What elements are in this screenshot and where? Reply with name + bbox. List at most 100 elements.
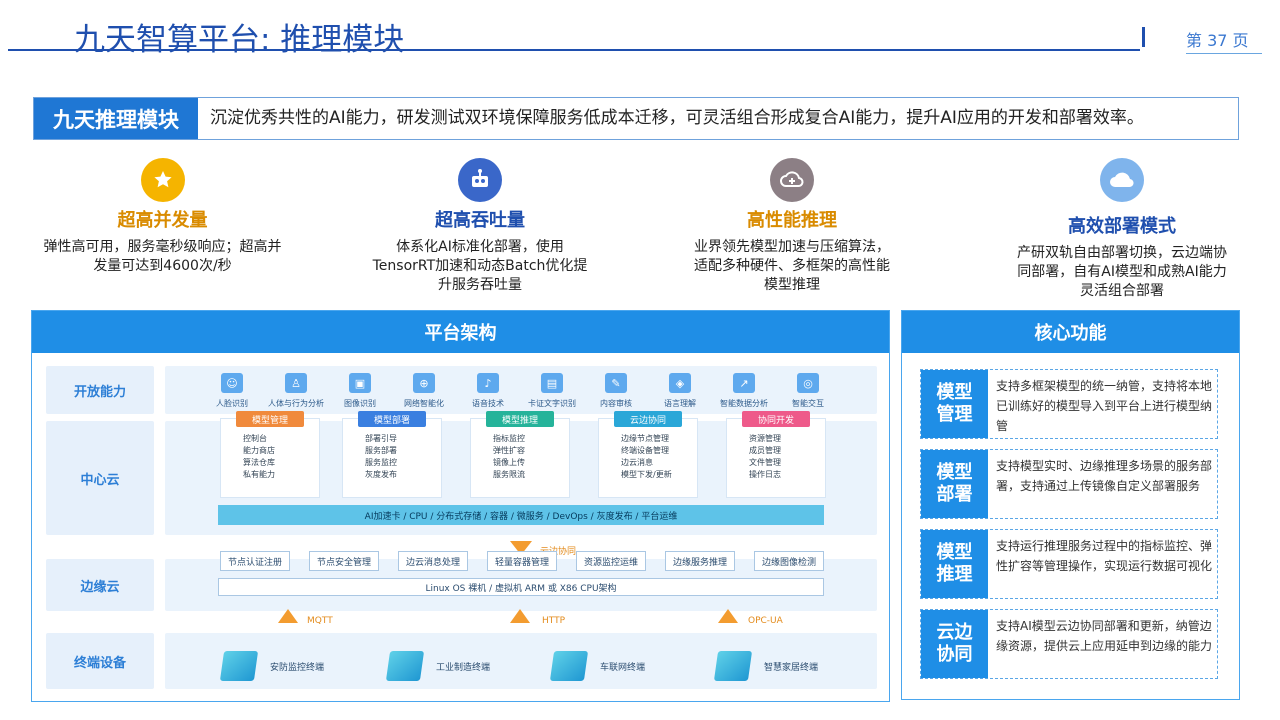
device-item: 安防监控终端	[219, 651, 324, 681]
core-item-desc: 支持模型实时、边缘推理多场景的服务部署，支持通过上传镜像自定义部署服务	[996, 459, 1213, 493]
edge-feature: 边缘服务推理	[665, 551, 735, 571]
capability-label: 图像识别	[344, 399, 376, 408]
edge-feature: 轻量容器管理	[487, 551, 557, 571]
face-icon: ☺	[221, 373, 243, 393]
module-card: 模型部署 部署引导 服务部署 服务监控 灰度发布	[342, 411, 442, 498]
module-title: 云边协同	[614, 411, 682, 427]
module-card: 云边协同 边缘节点管理 终端设备管理 边云消息 模型下发/更新	[598, 411, 698, 498]
core-functions-title: 核心功能	[902, 311, 1239, 353]
banner-tag: 九天推理模块	[34, 98, 198, 139]
core-item-tag: 模型 部署	[921, 450, 988, 518]
row-label-devices: 终端设备	[46, 633, 154, 689]
feature-title: 高效部署模式	[1068, 216, 1176, 237]
module-item: 部署引导	[365, 434, 397, 443]
page-number: 第 37 页	[1186, 31, 1249, 50]
module-item: 资源管理	[749, 434, 781, 443]
title-divider	[1142, 27, 1145, 47]
feature-title: 超高吞吐量	[435, 210, 525, 231]
module-title: 协同开发	[742, 411, 810, 427]
module-card: 模型推理 指标监控弹性扩容镜像上传服务限流	[470, 411, 570, 498]
core-functions-panel: 核心功能 模型 管理 支持多框架模型的统一纳管，支持将本地已训练好的模型导入到平…	[901, 310, 1240, 700]
module-item: 算法仓库	[243, 458, 275, 467]
device-item: 车联网终端	[549, 651, 646, 681]
device-label: 车联网终端	[600, 662, 646, 673]
device-cube-icon	[549, 651, 589, 681]
feature-desc: 体系化AI标准化部署，使用TensorRT加速和动态Batch优化提升服务吞吐量	[372, 239, 588, 293]
up-arrow-icon	[718, 609, 738, 623]
capability-item: ◈ 语言理解	[646, 373, 714, 409]
device-label: 工业制造终端	[436, 662, 491, 673]
feature-throughput: 超高吞吐量 体系化AI标准化部署，使用TensorRT加速和动态Batch优化提…	[372, 158, 588, 295]
cloud-sync-icon	[770, 158, 814, 202]
device-label: 智慧家居终端	[764, 662, 819, 673]
edge-feature: 边缘图像检测	[754, 551, 824, 571]
module-item: 成员管理	[749, 446, 781, 455]
cloud-icon	[1100, 158, 1144, 202]
protocol-label: MQTT	[307, 616, 333, 626]
robot-icon	[458, 158, 502, 202]
architecture-panel: 平台架构 开放能力 中心云 边缘云 终端设备 ☺ 人脸识别 ♙ 人体与行为分析 ▣ 图…	[31, 310, 890, 702]
feature-concurrency: 超高并发量 弹性高可用，服务毫秒级响应；超高并发量可达到4600次/秒	[40, 158, 285, 276]
infrastructure-bar: AI加速卡 / CPU / 分布式存储 / 容器 / 微服务 / DevOps …	[218, 505, 824, 525]
core-item-model-management: 模型 管理 支持多框架模型的统一纳管，支持将本地已训练好的模型导入到平台上进行模…	[920, 369, 1218, 439]
capability-item: ◎ 智能交互	[774, 373, 842, 409]
feature-desc: 业界领先模型加速与压缩算法，适配多种硬件、多框架的高性能模型推理	[694, 239, 890, 293]
core-item-desc: 支持多框架模型的统一纳管，支持将本地已训练好的模型导入到平台上进行模型纳管	[996, 379, 1213, 433]
capability-item: ▤ 卡证文字识别	[518, 373, 586, 409]
feature-title: 超高并发量	[117, 210, 208, 231]
id-card-icon: ▤	[541, 373, 563, 393]
module-item: 终端设备管理	[621, 446, 669, 455]
star-badge-icon	[140, 158, 185, 202]
core-item-desc: 支持AI模型云边协同部署和更新，纳管边缘资源，提供云上应用延申到边缘的能力	[996, 619, 1213, 653]
module-title: 模型管理	[236, 411, 304, 427]
capability-item: ↗ 智能数据分析	[710, 373, 778, 409]
module-item: 能力商店	[243, 446, 275, 455]
language-icon: ◈	[669, 373, 691, 393]
core-item-model-inference: 模型 推理 支持运行推理服务过程中的指标监控、弹性扩容等管理操作，实现运行数据可…	[920, 529, 1218, 599]
module-item: 弹性扩容	[493, 446, 525, 455]
module-item: 灰度发布	[365, 470, 397, 479]
device-cube-icon	[385, 651, 425, 681]
device-cube-icon	[713, 651, 753, 681]
feature-performance: 高性能推理 业界领先模型加速与压缩算法，适配多种硬件、多框架的高性能模型推理	[690, 158, 894, 295]
capability-item: ▣ 图像识别	[326, 373, 394, 409]
module-item: 指标监控	[493, 434, 525, 443]
title-underline	[8, 49, 1140, 51]
module-item: 控制台	[243, 434, 267, 443]
module-card: 协同开发 资源管理成员管理文件管理操作日志	[726, 411, 826, 498]
device-cube-icon	[219, 651, 259, 681]
capability-label: 语言理解	[664, 399, 696, 408]
feature-desc: 产研双轨自由部署切换，云边端协同部署，自有AI模型和成熟AI能力灵活组合部署	[1017, 245, 1227, 299]
core-item-tag: 云边 协同	[921, 610, 988, 678]
image-icon: ▣	[349, 373, 371, 393]
page-title: 九天智算平台: 推理模块	[74, 22, 405, 58]
up-arrow-icon	[278, 609, 298, 623]
module-title: 模型推理	[486, 411, 554, 427]
edge-feature: 节点认证注册	[220, 551, 290, 571]
module-item: 模型下发/更新	[621, 470, 672, 479]
capability-item: ♪ 语音技术	[454, 373, 522, 409]
row-label-edge-cloud: 边缘云	[46, 559, 154, 611]
core-item-model-deployment: 模型 部署 支持模型实时、边缘推理多场景的服务部署，支持通过上传镜像自定义部署服…	[920, 449, 1218, 519]
core-item-cloud-edge: 云边 协同 支持AI模型云边协同部署和更新，纳管边缘资源，提供云上应用延申到边缘…	[920, 609, 1218, 679]
module-item: 操作日志	[749, 470, 781, 479]
module-item: 服务限流	[493, 470, 525, 479]
protocol-label: OPC-UA	[748, 616, 783, 626]
person-icon: ♙	[285, 373, 307, 393]
module-item: 服务监控	[365, 458, 397, 467]
capability-item: ☺ 人脸识别	[198, 373, 266, 409]
core-item-tag: 模型 管理	[921, 370, 988, 438]
row-label-open: 开放能力	[46, 366, 154, 414]
edge-feature: 资源监控运维	[576, 551, 646, 571]
capability-label: 语音技术	[472, 399, 504, 408]
review-icon: ✎	[605, 373, 627, 393]
architecture-title: 平台架构	[32, 311, 889, 353]
feature-desc: 弹性高可用，服务毫秒级响应；超高并发量可达到4600次/秒	[43, 239, 282, 274]
chart-icon: ↗	[733, 373, 755, 393]
capability-label: 人体与行为分析	[268, 399, 324, 408]
module-item: 镜像上传	[493, 458, 525, 467]
module-item: 文件管理	[749, 458, 781, 467]
capability-item: ⊕ 网络智能化	[390, 373, 458, 409]
capability-label: 网络智能化	[404, 399, 444, 408]
core-item-desc: 支持运行推理服务过程中的指标监控、弹性扩容等管理操作，实现运行数据可视化	[996, 539, 1213, 573]
